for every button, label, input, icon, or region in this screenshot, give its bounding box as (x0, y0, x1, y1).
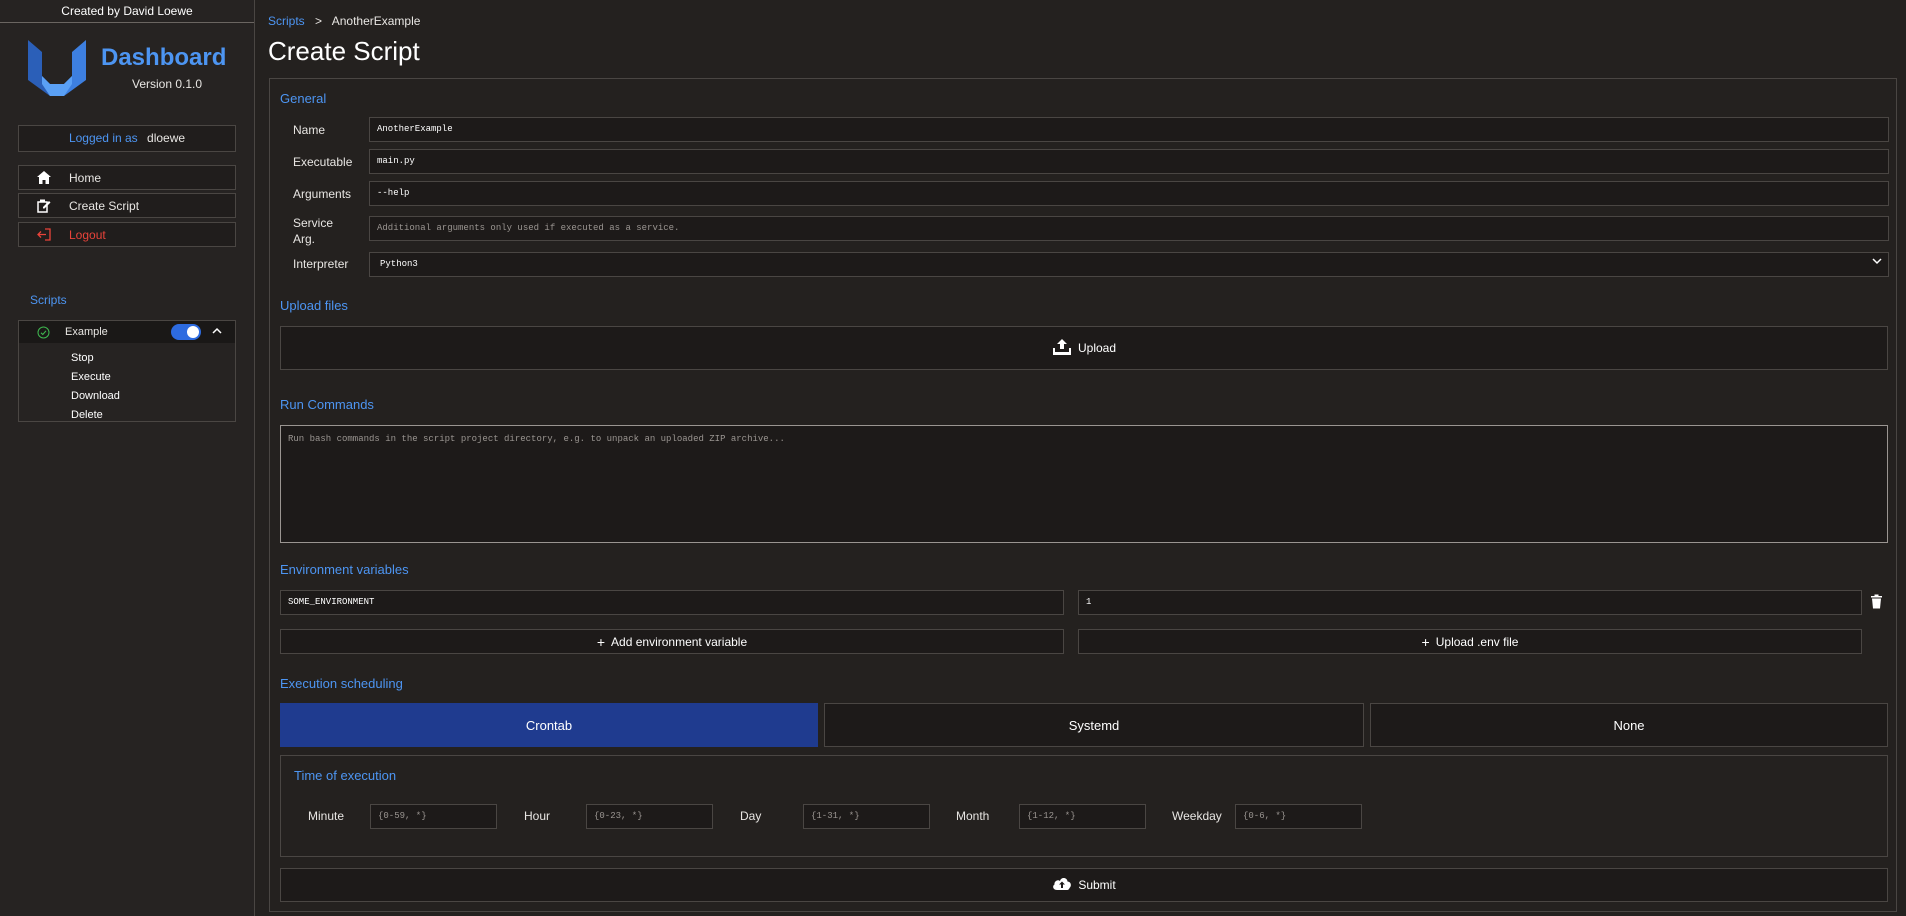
script-action-download[interactable]: Download (71, 390, 120, 402)
page-title: Create Script (268, 36, 420, 66)
script-action-delete[interactable]: Delete (71, 409, 103, 421)
month-input[interactable]: {1-12, *} (1019, 804, 1146, 829)
toggle-knob (187, 326, 199, 338)
upload-button[interactable]: Upload (280, 326, 1888, 370)
script-list-item: Example Stop Execute Download Delete (18, 320, 236, 422)
name-input[interactable]: AnotherExample (369, 117, 1889, 142)
breadcrumb-separator: > (315, 14, 323, 28)
login-info: Logged in as dloewe (18, 125, 236, 152)
interpreter-selected-value: Python3 (380, 259, 418, 269)
month-label: Month (956, 809, 990, 823)
script-header[interactable]: Example (19, 321, 235, 343)
nav-label-create-script: Create Script (69, 198, 140, 213)
minute-label: Minute (308, 809, 345, 823)
execution-scheduling-heading: Execution scheduling (280, 676, 403, 691)
script-name: Example (65, 326, 108, 338)
executable-label: Executable (293, 155, 353, 169)
chevron-down-icon (1872, 253, 1882, 276)
upload-icon (1052, 338, 1072, 359)
executable-input[interactable]: main.py (369, 149, 1889, 174)
time-of-execution-panel: Time of execution Minute {0-59, *} Hour … (280, 755, 1888, 857)
minute-input[interactable]: {0-59, *} (370, 804, 497, 829)
nav-label-home: Home (69, 170, 102, 185)
trash-icon[interactable] (1870, 594, 1883, 612)
chevron-up-icon[interactable] (211, 325, 223, 340)
submit-label: Submit (1078, 878, 1116, 892)
breadcrumb-current: AnotherExample (331, 14, 421, 28)
brand-title: Dashboard (101, 44, 227, 71)
weekday-input[interactable]: {0-6, *} (1235, 804, 1362, 829)
dashboard-logo-icon (28, 40, 86, 96)
credit-text: Created by David Loewe (0, 0, 254, 23)
plus-icon: + (596, 633, 606, 650)
nav-item-logout[interactable]: Logout (18, 222, 236, 247)
day-input[interactable]: {1-31, *} (803, 804, 930, 829)
add-env-variable-button[interactable]: + Add environment variable (280, 629, 1064, 654)
home-icon (19, 171, 69, 184)
add-env-variable-label: Add environment variable (611, 634, 748, 649)
create-script-icon (19, 199, 69, 213)
arguments-label: Arguments (293, 187, 352, 201)
plus-icon: + (1421, 633, 1430, 650)
env-variables-heading: Environment variables (280, 562, 409, 577)
service-arg-label-line2: Arg. (293, 232, 316, 246)
scripts-heading: Scripts (30, 293, 67, 307)
script-action-stop[interactable]: Stop (71, 352, 94, 364)
hour-label: Hour (524, 809, 551, 823)
run-commands-heading: Run Commands (280, 397, 374, 412)
upload-files-heading: Upload files (280, 298, 348, 313)
check-circle-icon (37, 326, 65, 339)
time-of-execution-heading: Time of execution (294, 768, 397, 783)
hour-input[interactable]: {0-23, *} (586, 804, 713, 829)
upload-button-label: Upload (1077, 341, 1117, 355)
script-enabled-toggle[interactable] (171, 324, 201, 340)
service-arg-input[interactable]: Additional arguments only used if execut… (369, 216, 1889, 241)
login-user: dloewe (147, 131, 186, 145)
weekday-label: Weekday (1172, 809, 1222, 823)
login-label: Logged in as (68, 131, 138, 145)
submit-button[interactable]: Submit (280, 868, 1888, 902)
day-label: Day (740, 809, 762, 823)
brand-version: Version 0.1.0 (132, 77, 203, 91)
script-action-execute[interactable]: Execute (71, 371, 111, 383)
tab-none[interactable]: None (1370, 703, 1888, 747)
main-content: Scripts > AnotherExample Create Script G… (256, 0, 1906, 916)
tab-systemd[interactable]: Systemd (824, 703, 1364, 747)
nav-item-create-script[interactable]: Create Script (18, 193, 236, 218)
arguments-input[interactable]: --help (369, 181, 1889, 206)
nav-item-home[interactable]: Home (18, 165, 236, 190)
cloud-upload-icon (1052, 876, 1072, 894)
upload-env-file-label: Upload .env file (1435, 634, 1519, 649)
env-key-input[interactable]: SOME_ENVIRONMENT (280, 590, 1064, 615)
interpreter-label: Interpreter (293, 257, 349, 271)
interpreter-select[interactable]: Python3 (369, 252, 1889, 277)
create-script-form: General Name AnotherExample Executable m… (269, 78, 1897, 912)
general-heading: General (280, 91, 327, 106)
tab-crontab[interactable]: Crontab (280, 703, 818, 747)
sidebar: Created by David Loewe Dashboard Version… (0, 0, 255, 916)
breadcrumb: Scripts > AnotherExample (268, 14, 420, 28)
name-label: Name (293, 123, 326, 137)
nav-label-logout: Logout (69, 227, 106, 242)
service-arg-label-line1: Service (293, 216, 334, 230)
logout-icon (19, 228, 69, 241)
upload-env-file-button[interactable]: + Upload .env file (1078, 629, 1862, 654)
env-value-input[interactable]: 1 (1078, 590, 1862, 615)
breadcrumb-scripts-link[interactable]: Scripts (268, 14, 305, 28)
run-commands-textarea[interactable]: Run bash commands in the script project … (280, 425, 1888, 543)
